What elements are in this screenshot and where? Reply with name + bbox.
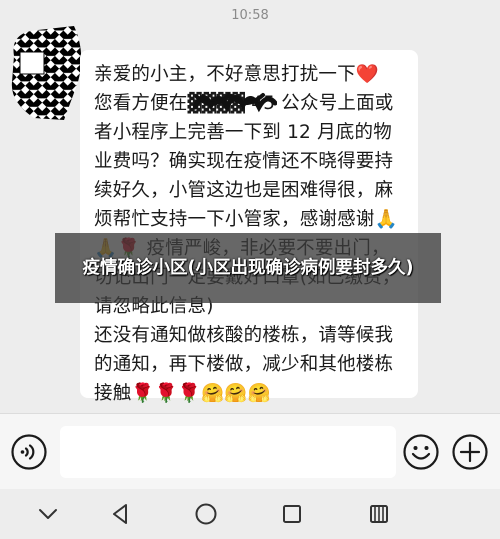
emoji-icon[interactable] xyxy=(402,433,440,471)
message-input[interactable] xyxy=(60,426,396,478)
chevron-down-icon[interactable] xyxy=(34,500,62,528)
home-circle-icon[interactable] xyxy=(192,500,220,528)
recent-square-icon[interactable] xyxy=(278,500,306,528)
system-nav-bar xyxy=(0,489,500,539)
back-triangle-icon[interactable] xyxy=(106,500,134,528)
plus-icon[interactable] xyxy=(451,433,489,471)
chat-input-bar xyxy=(0,413,500,490)
voice-icon[interactable] xyxy=(10,433,48,471)
message-bubble[interactable]: 亲爱的小主，不好意思打扰一下❤️ 您看方便在▓▓▓▓ 45 公众号上面或者小程序… xyxy=(80,50,418,404)
avatar[interactable] xyxy=(4,22,82,122)
article-title-overlay: 疫情确诊小区(小区出现确诊病例要封多久) xyxy=(55,233,441,303)
menu-icon[interactable] xyxy=(365,500,393,528)
status-time: 10:58 xyxy=(231,8,269,23)
redaction-scribble xyxy=(193,92,277,113)
overlay-title: 疫情确诊小区(小区出现确诊病例要封多久) xyxy=(82,257,414,278)
